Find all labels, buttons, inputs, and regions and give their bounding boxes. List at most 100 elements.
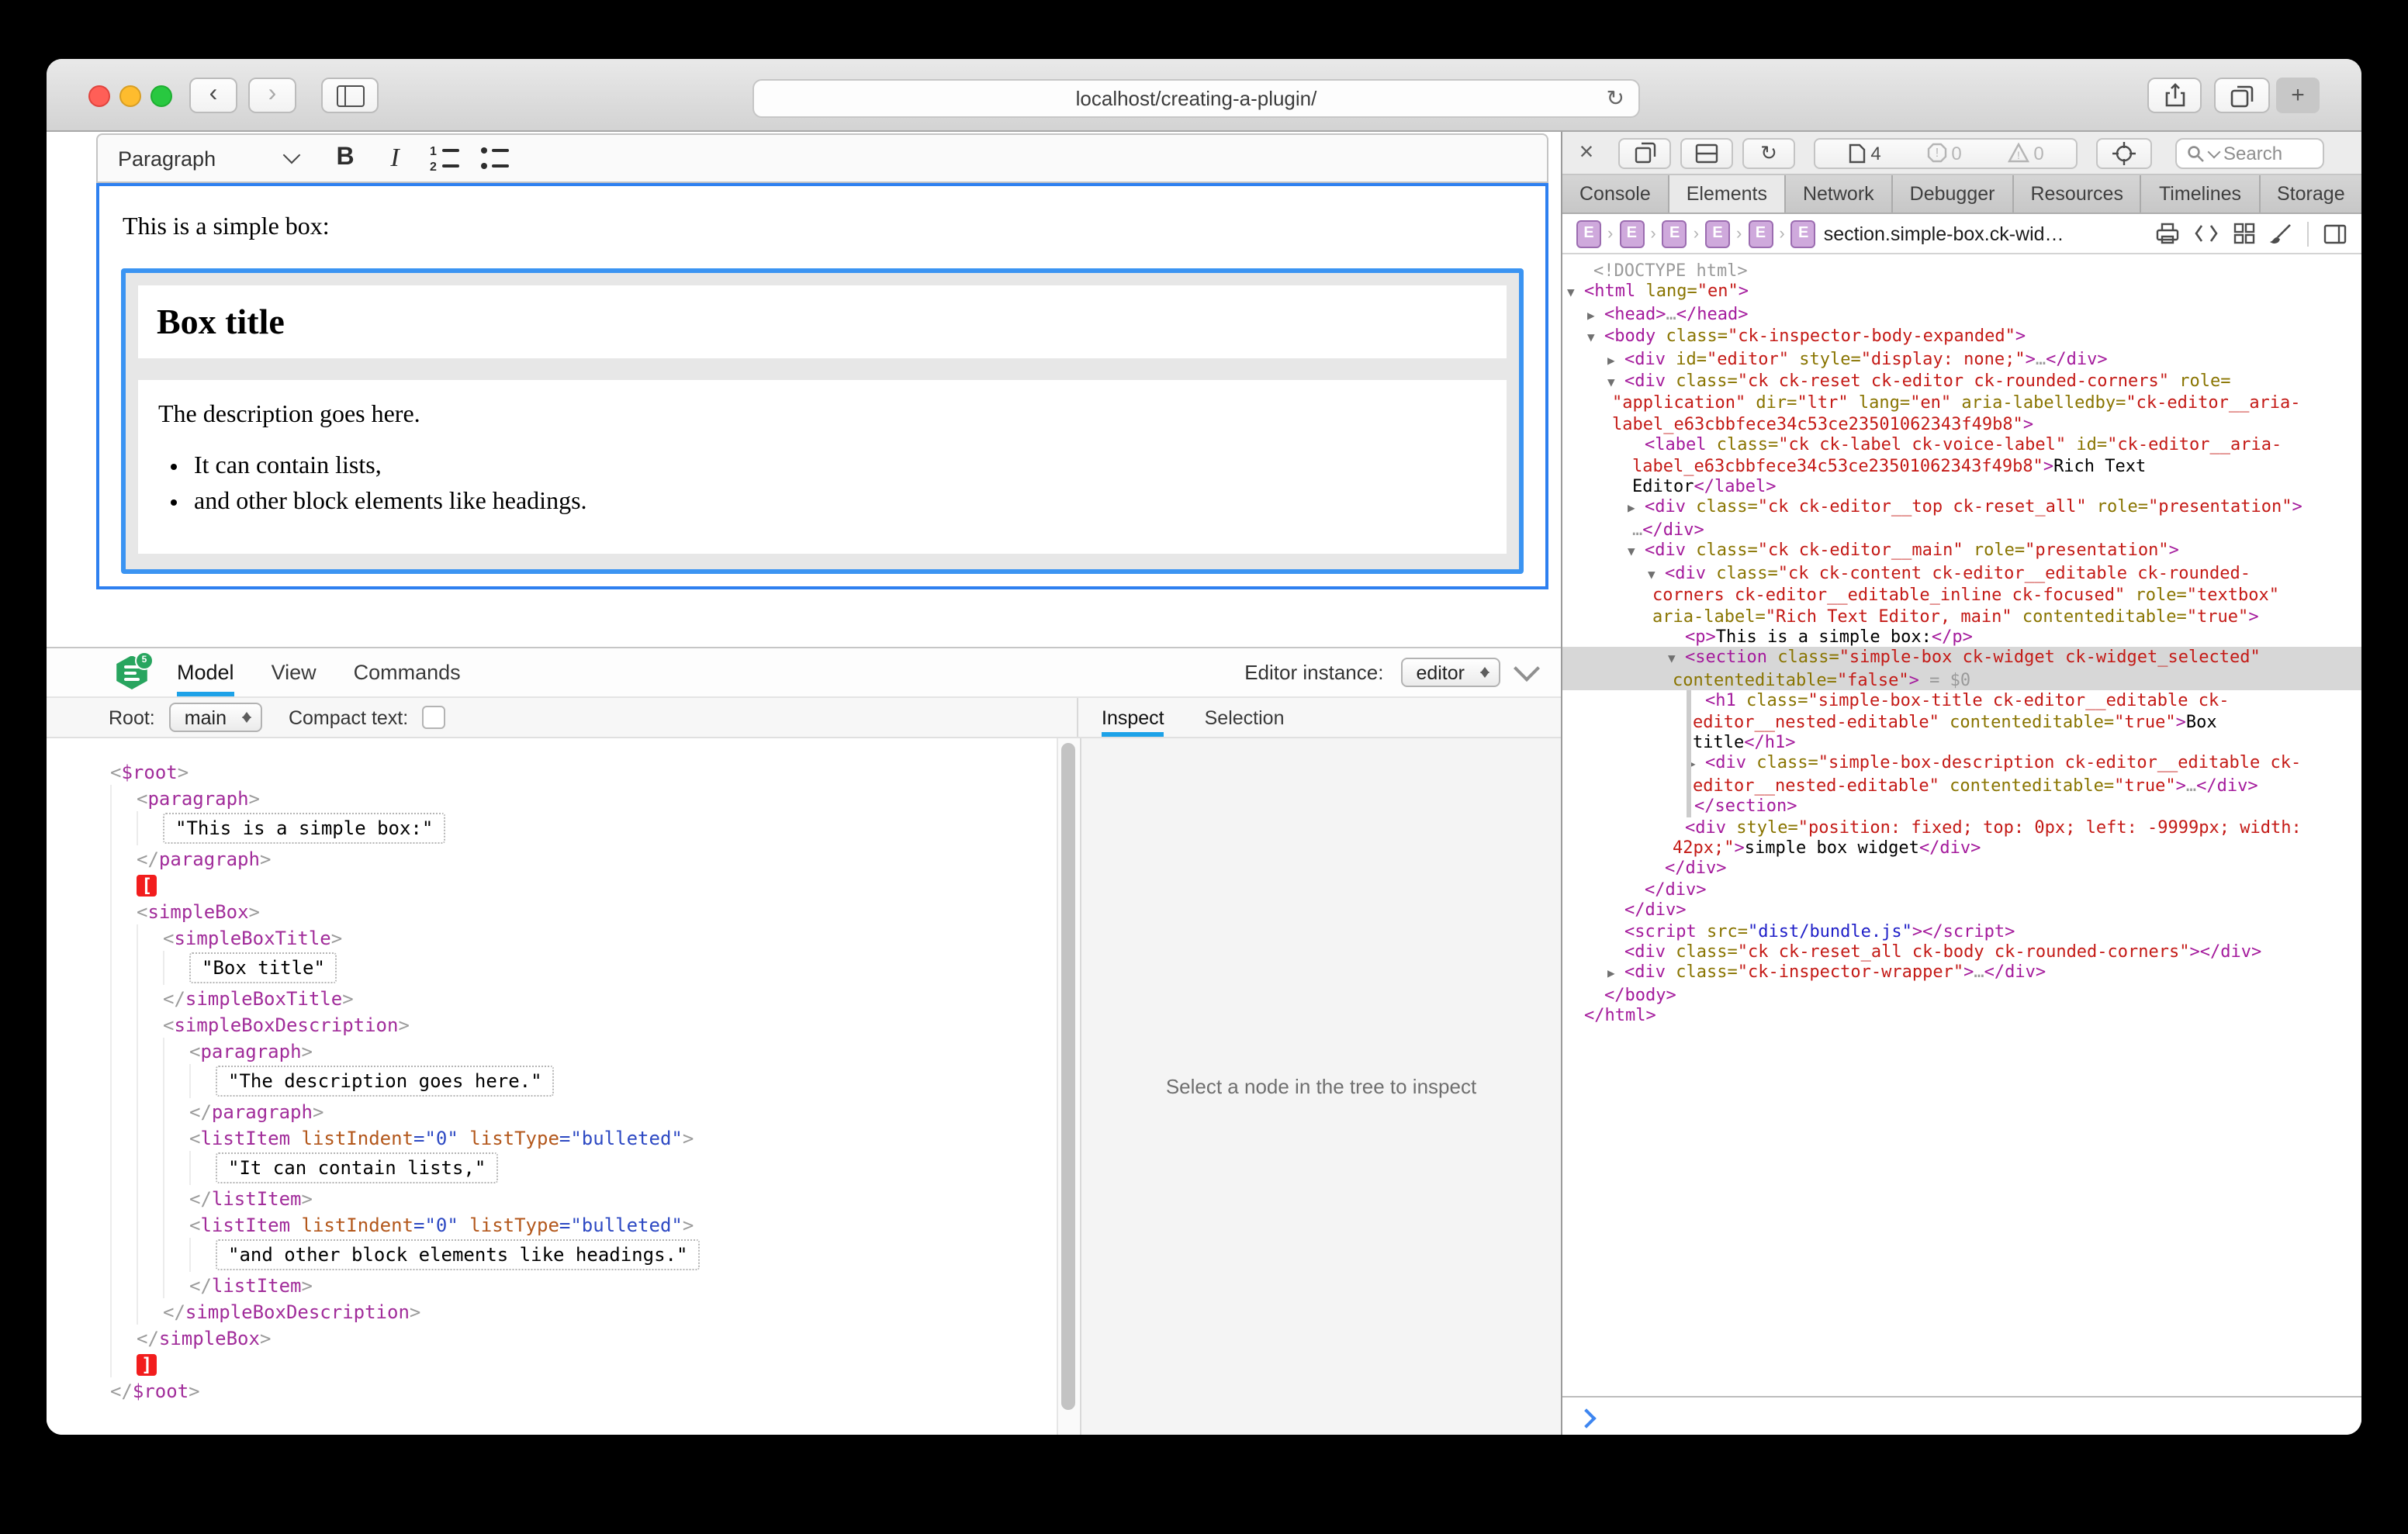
numbered-list-button[interactable]: 1 2	[422, 140, 467, 177]
model-tree-line[interactable]: <$root>	[110, 758, 1057, 785]
heading-dropdown[interactable]: Paragraph	[118, 147, 298, 170]
disclosure-closed-icon[interactable]: ▶	[1607, 964, 1624, 985]
sidebar-button[interactable]	[321, 78, 379, 113]
dom-tree-line[interactable]: editor__nested-editable" contenteditable…	[1562, 776, 2361, 796]
description-paragraph[interactable]: The description goes here.	[158, 402, 1488, 430]
tab-overview-button[interactable]	[2214, 78, 2270, 113]
dom-tree-line[interactable]: 42px;">simple box widget</div>	[1562, 838, 2361, 859]
back-button[interactable]: ‹	[189, 78, 237, 113]
minimize-window-button[interactable]	[119, 85, 141, 107]
dom-tree-line[interactable]: </div>	[1562, 900, 2361, 921]
breadcrumb-selected-node[interactable]: section.simple-box.ck-wid…	[1824, 223, 2064, 244]
dom-tree-line[interactable]: aria-label="Rich Text Editor, main" cont…	[1562, 606, 2361, 627]
dom-tree-line[interactable]: <p>This is a simple box:</p>	[1562, 627, 2361, 648]
tab-timelines[interactable]: Timelines	[2142, 175, 2260, 212]
collapse-inspector-icon[interactable]	[1514, 655, 1540, 682]
dom-tree-line[interactable]: …</div>	[1562, 520, 2361, 541]
disclosure-open-icon[interactable]: ▼	[1567, 283, 1584, 304]
root-select[interactable]: main	[169, 703, 262, 732]
model-tree-line[interactable]: <paragraph>	[110, 1038, 1057, 1064]
disclosure-open-icon[interactable]: ▼	[1607, 372, 1624, 393]
dom-tree-line[interactable]: ▼<div class="ck ck-reset ck-editor ck-ro…	[1562, 371, 2361, 393]
dom-tree-line[interactable]: "application" dir="ltr" lang="en" aria-l…	[1562, 393, 2361, 414]
tab-network[interactable]: Network	[1786, 175, 1893, 212]
simple-box-description[interactable]: The description goes here. It can contai…	[138, 380, 1507, 554]
print-icon[interactable]	[2155, 222, 2180, 245]
compact-text-checkbox[interactable]	[422, 706, 445, 729]
element-badge[interactable]: E	[1705, 219, 1730, 247]
tab-view[interactable]: View	[272, 648, 317, 696]
new-tab-button[interactable]: +	[2276, 78, 2320, 113]
element-badge[interactable]: E	[1576, 219, 1601, 247]
element-badge[interactable]: E	[1791, 219, 1816, 247]
model-tree-line[interactable]: </$root>	[110, 1377, 1057, 1404]
model-tree-scrollbar[interactable]	[1057, 738, 1080, 1435]
editor-instance-select[interactable]: editor	[1400, 658, 1500, 687]
disclosure-open-icon[interactable]: ▼	[1628, 542, 1645, 563]
search-field[interactable]: Search	[2175, 137, 2324, 168]
editor-paragraph[interactable]: This is a simple box:	[123, 214, 1524, 242]
address-bar[interactable]: localhost/creating-a-plugin/ ↻	[752, 79, 1640, 118]
model-tree-line[interactable]: <paragraph>	[110, 785, 1057, 811]
list-item[interactable]: and other block elements like headings.	[194, 489, 1488, 517]
disclosure-open-icon[interactable]: ▼	[1648, 564, 1665, 585]
dom-tree-line[interactable]: <!DOCTYPE html>	[1562, 261, 2361, 282]
element-badge[interactable]: E	[1662, 219, 1687, 247]
dom-tree-line[interactable]: <label class="ck ck-label ck-voice-label…	[1562, 435, 2361, 456]
dom-tree-line[interactable]: ▶<div class="ck-inspector-wrapper">…</di…	[1562, 962, 2361, 985]
dock-side-button[interactable]	[1618, 137, 1671, 168]
dom-tree-line[interactable]: ▼<section class="simple-box ck-widget ck…	[1562, 648, 2361, 670]
model-tree-line[interactable]: "and other block elements like headings.…	[110, 1238, 1057, 1272]
bulleted-list-button[interactable]	[472, 140, 517, 177]
disclosure-open-icon[interactable]: ▼	[1587, 327, 1604, 348]
details-sidebar-icon[interactable]	[2323, 223, 2347, 244]
italic-button[interactable]: I	[372, 140, 417, 177]
scrollbar-thumb[interactable]	[1061, 743, 1075, 1410]
model-tree-line[interactable]: ]	[110, 1351, 1057, 1377]
model-tree-line[interactable]: "This is a simple box:"	[110, 811, 1057, 845]
tab-inspect[interactable]: Inspect	[1102, 698, 1164, 737]
dom-tree-line[interactable]: corners ck-editor__editable_inline ck-fo…	[1562, 585, 2361, 606]
reload-page-button[interactable]: ↻	[1742, 137, 1795, 168]
dom-tree-line[interactable]: <div class="ck ck-reset_all ck-body ck-r…	[1562, 941, 2361, 962]
dom-tree-line[interactable]: title</h1>	[1562, 732, 2361, 753]
share-button[interactable]	[2147, 78, 2202, 113]
element-badge[interactable]: E	[1748, 219, 1773, 247]
reload-icon[interactable]: ↻	[1607, 85, 1624, 112]
tab-console[interactable]: Console	[1562, 175, 1669, 212]
model-tree-line[interactable]: <simpleBox>	[110, 898, 1057, 924]
dom-tree-line[interactable]: ▼<div class="ck ck-editor__main" role="p…	[1562, 541, 2361, 563]
disclosure-closed-icon[interactable]: ▶	[1688, 755, 1705, 776]
forward-button[interactable]: ›	[248, 78, 296, 113]
dom-tree-line[interactable]: ▼<div class="ck ck-content ck-editor__ed…	[1562, 562, 2361, 585]
model-tree-line[interactable]: </paragraph>	[110, 1098, 1057, 1125]
zoom-window-button[interactable]	[150, 85, 172, 107]
element-picker-button[interactable]	[2096, 137, 2152, 168]
model-tree-line[interactable]: </simpleBoxDescription>	[110, 1298, 1057, 1325]
model-tree-line[interactable]: </simpleBox>	[110, 1325, 1057, 1351]
dom-tree-line[interactable]: ▼<body class="ck-inspector-body-expanded…	[1562, 326, 2361, 348]
tab-storage[interactable]: Storage	[2260, 175, 2361, 212]
dom-tree-line[interactable]: label_e63cbbfece34c53ce23501062343f49b8"…	[1562, 455, 2361, 476]
model-tree-line[interactable]: "Box title"	[110, 951, 1057, 985]
model-tree-line[interactable]: <simpleBoxDescription>	[110, 1011, 1057, 1038]
disclosure-closed-icon[interactable]: ▶	[1628, 499, 1645, 520]
close-window-button[interactable]	[88, 85, 110, 107]
dom-tree-line[interactable]: editor__nested-editable" contenteditable…	[1562, 711, 2361, 732]
dom-tree-line[interactable]: ▶<div class="ck ck-editor__top ck-reset_…	[1562, 497, 2361, 520]
dom-tree-line[interactable]: ▶<div class="simple-box-description ck-e…	[1562, 753, 2361, 776]
tab-debugger[interactable]: Debugger	[1893, 175, 2014, 212]
simple-box-widget[interactable]: Box title The description goes here. It …	[121, 268, 1524, 574]
dock-bottom-button[interactable]	[1680, 137, 1733, 168]
tab-elements[interactable]: Elements	[1669, 175, 1786, 212]
tab-selection[interactable]: Selection	[1205, 698, 1285, 737]
dom-tree-line[interactable]: </div>	[1562, 879, 2361, 900]
code-brackets-icon[interactable]	[2194, 223, 2219, 244]
dom-tree-line[interactable]: ▶<head>…</head>	[1562, 304, 2361, 326]
dom-tree-line[interactable]: </html>	[1562, 1005, 2361, 1026]
simple-box-title[interactable]: Box title	[138, 285, 1507, 358]
dom-tree-line[interactable]: Editor</label>	[1562, 476, 2361, 497]
rich-text-editable[interactable]: This is a simple box: Box title The desc…	[96, 183, 1548, 589]
dom-tree-line[interactable]: <div style="position: fixed; top: 0px; l…	[1562, 817, 2361, 838]
dom-tree-line[interactable]: </section>	[1562, 796, 2361, 817]
